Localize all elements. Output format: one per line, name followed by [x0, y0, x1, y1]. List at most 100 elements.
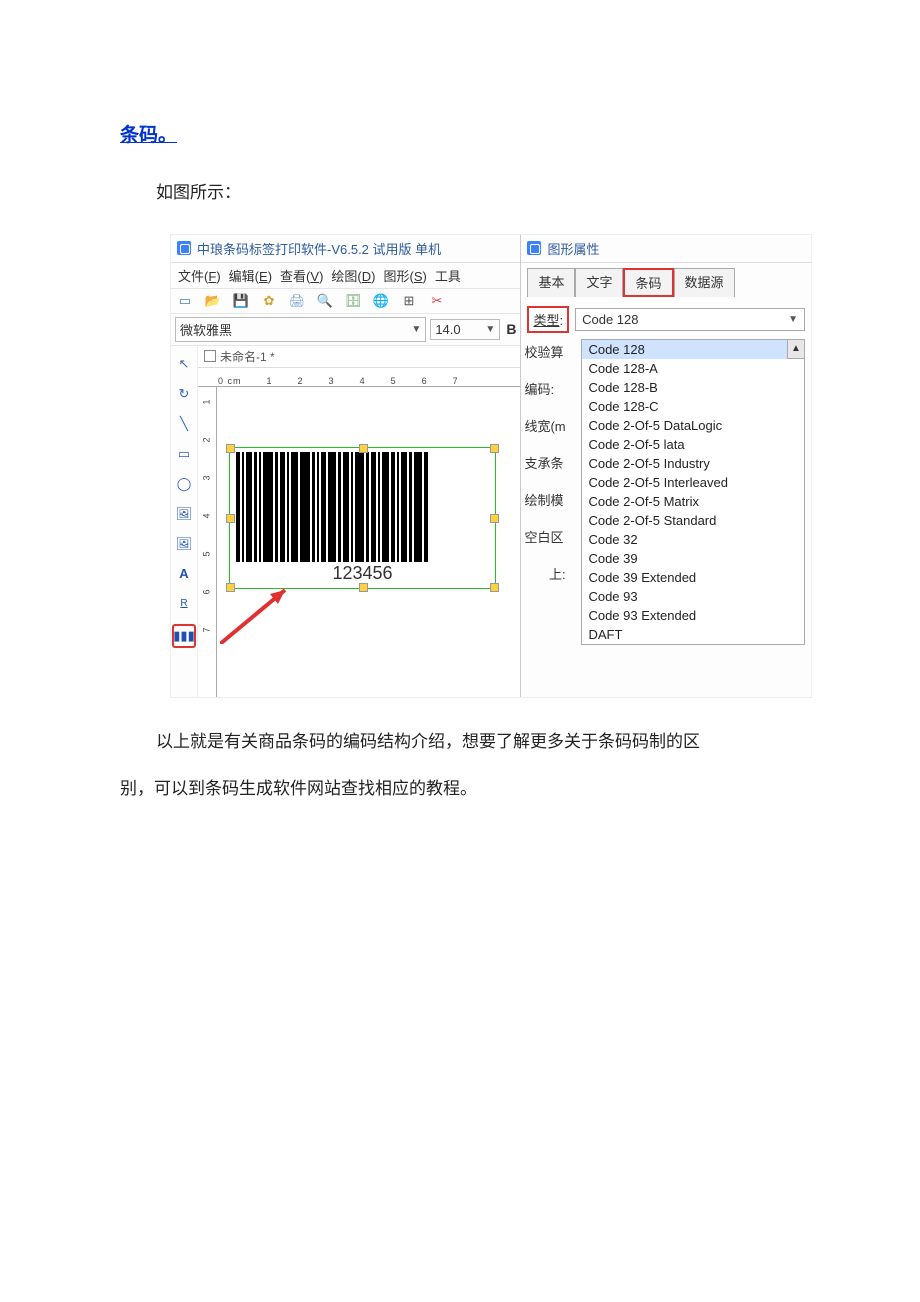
- font-toolbar: 微软雅黑 ▼ 14.0 ▼ B: [171, 314, 520, 346]
- vertical-ruler: 1 2 3 4 5 6 7: [198, 387, 217, 697]
- properties-tabs: 基本 文字 条码 数据源: [521, 263, 811, 296]
- dropdown-option[interactable]: Code 32: [582, 530, 804, 549]
- menu-shape[interactable]: 图形(S): [381, 266, 430, 285]
- menu-edit[interactable]: 编辑(E): [226, 266, 275, 285]
- canvas[interactable]: 123456: [217, 387, 520, 697]
- resize-handle[interactable]: [359, 583, 368, 592]
- tab-datasource[interactable]: 数据源: [674, 268, 735, 297]
- properties-panel: 图形属性 基本 文字 条码 数据源 类型: Code 128 ▼: [520, 235, 811, 697]
- cut-icon[interactable]: ✂: [429, 293, 445, 309]
- dropdown-option[interactable]: Code 93 Extended: [582, 606, 804, 625]
- text-tool-icon[interactable]: A: [174, 564, 194, 584]
- print-icon[interactable]: 🖨: [289, 293, 305, 309]
- document-tab[interactable]: 未命名-1 *: [204, 348, 275, 365]
- scroll-up-icon[interactable]: ▲: [787, 339, 805, 359]
- app-icon: [177, 241, 191, 255]
- intro-text: 如图所示：: [120, 169, 800, 217]
- grid-icon[interactable]: ⊞: [401, 293, 417, 309]
- dropdown-option[interactable]: Code 128: [582, 340, 804, 359]
- annotation-arrow-icon: [220, 584, 300, 644]
- type-row: 类型: Code 128 ▼: [521, 296, 811, 339]
- dropdown-option[interactable]: Code 2-Of-5 Industry: [582, 454, 804, 473]
- dropdown-option[interactable]: Code 128-C: [582, 397, 804, 416]
- menubar: 文件(F) 编辑(E) 查看(V) 绘图(D) 图形(S) 工具: [171, 263, 520, 289]
- line-tool-icon[interactable]: ╲: [174, 414, 194, 434]
- dropdown-option[interactable]: Code 2-Of-5 Interleaved: [582, 473, 804, 492]
- resize-handle[interactable]: [490, 444, 499, 453]
- resize-handle[interactable]: [226, 514, 235, 523]
- resize-handle[interactable]: [490, 514, 499, 523]
- label-encoding: 编码:: [524, 379, 565, 398]
- chevron-down-icon: ▼: [485, 324, 495, 335]
- font-name-value: 微软雅黑: [180, 320, 232, 339]
- resize-handle[interactable]: [490, 583, 499, 592]
- label-checksum: 校验算: [524, 342, 565, 361]
- dropdown-option[interactable]: Code 39 Extended: [582, 568, 804, 587]
- tab-basic[interactable]: 基本: [527, 268, 575, 297]
- menu-tool[interactable]: 工具: [432, 266, 464, 285]
- tab-label: 未命名-1 *: [220, 348, 275, 365]
- menu-file[interactable]: 文件(F): [175, 266, 224, 285]
- dropdown-option[interactable]: Code 128-A: [582, 359, 804, 378]
- zoom-icon[interactable]: 🔍: [317, 293, 333, 309]
- property-side-labels: 校验算 编码: 线宽(m 支承条 绘制模 空白区 上:: [524, 342, 565, 583]
- resize-handle[interactable]: [226, 444, 235, 453]
- tab-barcode[interactable]: 条码: [623, 268, 673, 297]
- settings-icon[interactable]: ✿: [261, 293, 277, 309]
- bold-button[interactable]: B: [506, 321, 516, 337]
- document-tabs: 未命名-1 *: [198, 346, 520, 368]
- horizontal-ruler: 0 cm 1 2 3 4 5 6 7: [198, 368, 520, 387]
- dropdown-option[interactable]: Code 39: [582, 549, 804, 568]
- pointer-tool-icon[interactable]: ↖: [174, 354, 194, 374]
- barcode-value-text: 123456: [230, 562, 495, 584]
- open-icon[interactable]: 📂: [205, 293, 221, 309]
- dropdown-option[interactable]: Code 93: [582, 587, 804, 606]
- barcode-tool-icon[interactable]: ▮▮▮: [172, 624, 196, 648]
- barcode-bars: [230, 448, 495, 562]
- save-icon[interactable]: 💾: [233, 293, 249, 309]
- page-icon: [204, 350, 216, 362]
- database-icon[interactable]: 🗄: [345, 293, 361, 309]
- new-doc-icon[interactable]: ▭: [177, 293, 193, 309]
- chevron-down-icon: ▼: [411, 324, 421, 335]
- dropdown-option[interactable]: Code 2-Of-5 DataLogic: [582, 416, 804, 435]
- type-select[interactable]: Code 128 ▼: [575, 308, 805, 331]
- tab-text[interactable]: 文字: [575, 268, 623, 297]
- chevron-down-icon: ▼: [788, 314, 798, 325]
- type-value: Code 128: [582, 312, 638, 327]
- properties-title: 图形属性: [547, 239, 599, 258]
- heading-link[interactable]: 条码。: [120, 125, 177, 146]
- resize-handle[interactable]: [359, 444, 368, 453]
- properties-titlebar: 图形属性: [521, 235, 811, 263]
- dropdown-option[interactable]: DAFT: [582, 625, 804, 644]
- dropdown-option[interactable]: Code 2-Of-5 Matrix: [582, 492, 804, 511]
- font-size-value: 14.0: [435, 322, 460, 337]
- menu-view[interactable]: 查看(V): [277, 266, 326, 285]
- app-main-window: 中琅条码标签打印软件-V6.5.2 试用版 单机 文件(F) 编辑(E) 查看(…: [171, 235, 520, 697]
- menu-draw[interactable]: 绘图(D): [328, 266, 378, 285]
- tool-palette: ↖ ↻ ╲ ▭ ◯ 🖼 🖼 A R ▮▮▮: [171, 346, 198, 697]
- rotate-tool-icon[interactable]: ↻: [174, 384, 194, 404]
- type-label: 类型:: [527, 306, 569, 333]
- export-icon[interactable]: 🌐: [373, 293, 389, 309]
- dropdown-option[interactable]: Code 2-Of-5 Standard: [582, 511, 804, 530]
- toolbar: ▭ 📂 💾 ✿ 🖨 🔍 🗄 🌐 ⊞ ✂: [171, 289, 520, 314]
- screenshot-figure: 中琅条码标签打印软件-V6.5.2 试用版 单机 文件(F) 编辑(E) 查看(…: [170, 234, 812, 698]
- label-blank: 空白区: [524, 527, 565, 546]
- app-icon: [527, 241, 541, 255]
- window-titlebar: 中琅条码标签打印软件-V6.5.2 试用版 单机: [171, 235, 520, 263]
- font-name-select[interactable]: 微软雅黑 ▼: [175, 317, 426, 342]
- richtext-tool-icon[interactable]: R: [174, 594, 194, 614]
- font-size-select[interactable]: 14.0 ▼: [430, 319, 500, 340]
- rect-tool-icon[interactable]: ▭: [174, 444, 194, 464]
- dropdown-option[interactable]: Code 128-B: [582, 378, 804, 397]
- picture-tool-icon[interactable]: 🖼: [174, 534, 194, 554]
- barcode-object[interactable]: 123456: [229, 447, 496, 589]
- workspace: ↖ ↻ ╲ ▭ ◯ 🖼 🖼 A R ▮▮▮ 未命名-1 *: [171, 346, 520, 697]
- label-support: 支承条: [524, 453, 565, 472]
- image-tool-icon[interactable]: 🖼: [174, 504, 194, 524]
- barcode-type-dropdown[interactable]: ▲ 校验算 编码: 线宽(m 支承条 绘制模 空白区 上: Code 128 C…: [581, 339, 805, 645]
- dropdown-option[interactable]: Code 2-Of-5 lata: [582, 435, 804, 454]
- ellipse-tool-icon[interactable]: ◯: [174, 474, 194, 494]
- label-drawmode: 绘制模: [524, 490, 565, 509]
